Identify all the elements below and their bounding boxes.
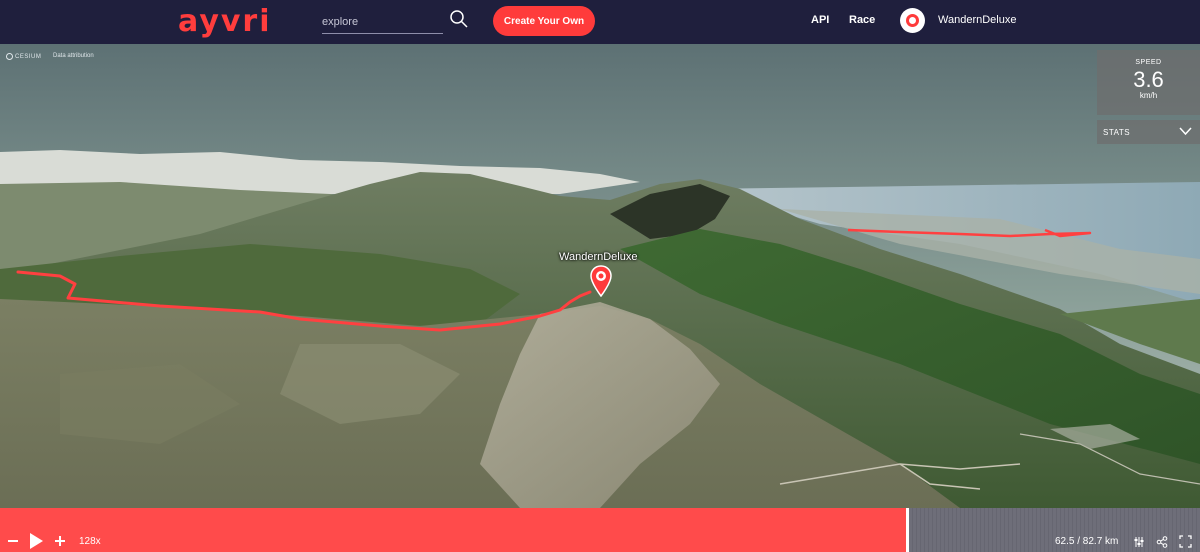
stats-dropdown-label: STATS (1103, 128, 1131, 137)
distance-readout: 62.5 / 82.7 km (1055, 536, 1119, 547)
search-box (322, 6, 472, 36)
location-pin-icon[interactable] (590, 265, 612, 297)
stats-dropdown[interactable]: STATS (1097, 120, 1200, 144)
search-input[interactable] (322, 10, 443, 34)
nav-link-api[interactable]: API (811, 14, 829, 26)
cesium-logo-icon (6, 53, 13, 60)
speed-panel: SPEED 3.6 km/h (1097, 50, 1200, 115)
cesium-credit[interactable]: CESIUM (6, 53, 41, 60)
speed-label: SPEED (1135, 59, 1162, 66)
fullscreen-icon[interactable] (1179, 535, 1192, 548)
minus-icon[interactable] (6, 534, 20, 548)
create-your-own-button[interactable]: Create Your Own (493, 6, 595, 36)
playback-bar: 128x 62.5 / 82.7 km (0, 508, 1200, 552)
speed-unit: km/h (1139, 91, 1158, 100)
timeline-track[interactable] (0, 508, 1200, 552)
map-viewport[interactable]: CESIUM Data attribution WandernDeluxe (0, 44, 1200, 508)
cesium-credit-label: CESIUM (15, 54, 42, 61)
ayvri-logo[interactable]: ayvri (178, 4, 272, 39)
nav-link-race[interactable]: Race (849, 14, 875, 26)
chevron-down-icon (1179, 127, 1192, 136)
playback-speed-multiplier[interactable]: 128x (79, 536, 101, 547)
username-link[interactable]: WandernDeluxe (938, 14, 1016, 26)
timeline-scrubber[interactable] (906, 508, 910, 552)
data-attribution-link[interactable]: Data attribution (53, 53, 94, 59)
avatar-ring-icon (906, 14, 919, 27)
play-icon[interactable] (28, 532, 44, 550)
speed-value: 3.6 (1133, 67, 1164, 92)
plus-icon[interactable] (53, 534, 67, 548)
top-navigation-bar: ayvri Create Your Own API Race WandernDe… (0, 0, 1200, 44)
search-icon[interactable] (449, 9, 469, 29)
user-avatar[interactable] (900, 8, 925, 33)
settings-sliders-icon[interactable] (1133, 536, 1145, 548)
athlete-name-label: WandernDeluxe (559, 251, 638, 263)
timeline-progress (0, 508, 908, 552)
share-icon[interactable] (1156, 536, 1168, 548)
